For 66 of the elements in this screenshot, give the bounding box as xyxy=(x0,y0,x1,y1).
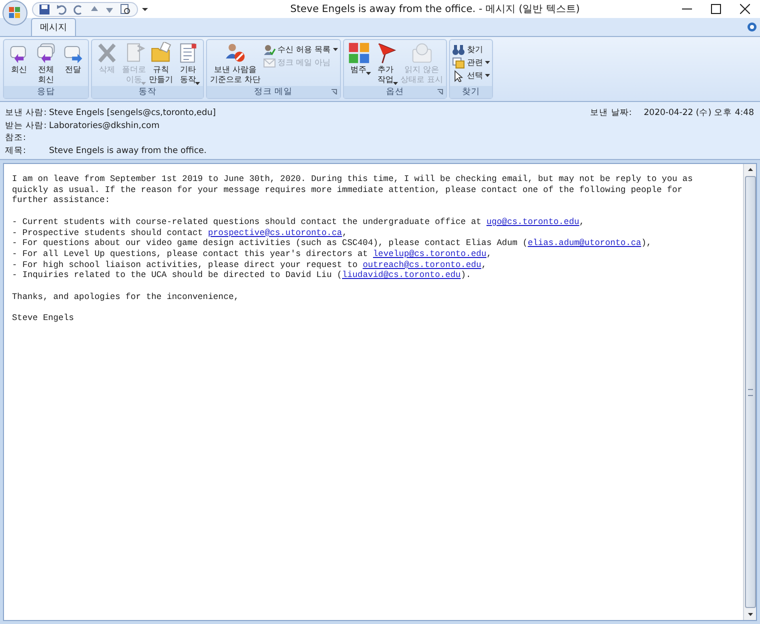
body-text-line: Thanks, and apologies for the inconvenience, xyxy=(12,292,240,302)
save-icon[interactable] xyxy=(39,4,50,14)
caret-icon xyxy=(485,61,490,64)
group-label: 찾기 xyxy=(462,86,480,98)
email-link[interactable]: elias.adum@utoronto.ca xyxy=(528,238,642,248)
field-label: 참조: xyxy=(5,132,27,144)
ribbon-button[interactable]: 범주 xyxy=(346,42,372,75)
field-value: Steve Engels is away from the office. xyxy=(49,146,207,156)
vertical-scrollbar[interactable] xyxy=(743,164,756,620)
ribbon-button[interactable]: 선택 xyxy=(452,69,490,82)
field-label: 보낸 날짜: xyxy=(590,107,632,120)
close-icon[interactable] xyxy=(740,4,750,14)
email-link[interactable]: outreach@cs.toronto.edu xyxy=(362,260,482,270)
body-text-line: - Current students with course-related questions should contact the undergraduate office at ugo@cs.toronto.edu, xyxy=(12,216,586,228)
group-label: 정크 메일 xyxy=(254,86,293,98)
ribbon-button[interactable]: 수신 허용 목록 xyxy=(262,43,338,56)
up-arrow-icon[interactable] xyxy=(90,4,99,14)
field-label: 제목: xyxy=(5,144,27,157)
field-label: 받는 사람: xyxy=(5,120,48,132)
window-title: Steve Engels is away from the office. - 메시지 (일반 텍스트) xyxy=(289,3,581,16)
field-value: 2020-04-22 (수) 오후 4:48 xyxy=(644,107,754,120)
scroll-thumb[interactable] xyxy=(744,176,756,608)
body-text-line: quickly as usual. If the reason for your message requires more immediate attention, please contact one of the following people for xyxy=(12,184,684,196)
preview-icon[interactable] xyxy=(120,4,131,14)
ribbon-tab[interactable]: 메시지 xyxy=(31,18,76,36)
ribbon-button[interactable]: 추가 작업 xyxy=(372,42,399,85)
group-label: 응답 xyxy=(37,86,55,98)
email-link[interactable]: ugo@cs.toronto.edu xyxy=(486,216,580,227)
body-text-line: - For high school liaison activities, please direct your request to outreach@cs.toronto.edu, xyxy=(12,260,488,270)
group-label: 동작 xyxy=(138,86,156,98)
ribbon-button[interactable]: 관련 xyxy=(452,56,490,69)
body-text-line: I am on leave from September 1st 2019 to June 30th, 2020. During this time, I will be checking email, but may not be reply to you as xyxy=(12,174,694,185)
redo-icon[interactable] xyxy=(73,4,84,14)
ribbon-button[interactable]: 보낸 사람을 기준으로 차단 xyxy=(209,42,262,85)
customize-caret-icon[interactable] xyxy=(142,6,148,12)
dialog-launcher-icon[interactable] xyxy=(437,89,444,95)
email-link[interactable]: prospective@cs.utoronto.ca xyxy=(208,228,342,238)
ribbon-button[interactable]: 회신 xyxy=(6,42,32,75)
body-text-line: Steve Engels xyxy=(12,313,75,324)
group-label: 옵션 xyxy=(386,86,404,98)
caret-icon xyxy=(366,72,371,75)
ribbon-button[interactable]: 전달 xyxy=(60,42,86,75)
email-link[interactable]: levelup@cs.toronto.edu xyxy=(373,248,486,259)
select-icon xyxy=(452,70,466,82)
ribbon-button[interactable]: 전체 회신 xyxy=(33,42,59,85)
undo-icon[interactable] xyxy=(56,4,67,14)
ribbon-button[interactable]: 찾기 xyxy=(452,43,490,56)
block-icon xyxy=(223,42,248,64)
body-text-line: - For all Level Up questions, please contact this year's directors at levelup@cs.toronto.edu, xyxy=(12,248,493,260)
dialog-launcher-icon[interactable] xyxy=(330,89,337,95)
field-value: Laboratories@dkshin,com xyxy=(49,120,160,131)
maximize-icon[interactable] xyxy=(711,4,721,14)
body-text-line: - Inquiries related to the UCA should be directed to David Liu (liudavid@cs.toronto.edu). xyxy=(12,270,472,282)
caret-icon xyxy=(332,48,338,51)
field-value: Steve Engels [sengels@cs,toronto,edu] xyxy=(49,108,216,118)
email-link[interactable]: liudavid@cs.toronto.edu xyxy=(342,270,461,280)
ribbon-button[interactable]: 기타 동작 xyxy=(175,42,201,85)
find-icon xyxy=(452,44,466,56)
body-text-line: - For questions about our video game design activities (such as CSC404), please contact Elias Adum (elias.adum@utoronto.ca), xyxy=(12,238,653,249)
field-label: 보낸 사람: xyxy=(5,107,48,120)
ribbon-button[interactable]: 규칙 만들기 xyxy=(148,42,174,85)
categories-icon xyxy=(346,42,371,64)
caret-icon xyxy=(485,74,490,77)
body-text-line: - Prospective students should contact prospective@cs.utoronto.ca, xyxy=(12,228,348,238)
help-icon[interactable] xyxy=(747,22,757,32)
body-text-line: further assistance: xyxy=(12,195,111,206)
